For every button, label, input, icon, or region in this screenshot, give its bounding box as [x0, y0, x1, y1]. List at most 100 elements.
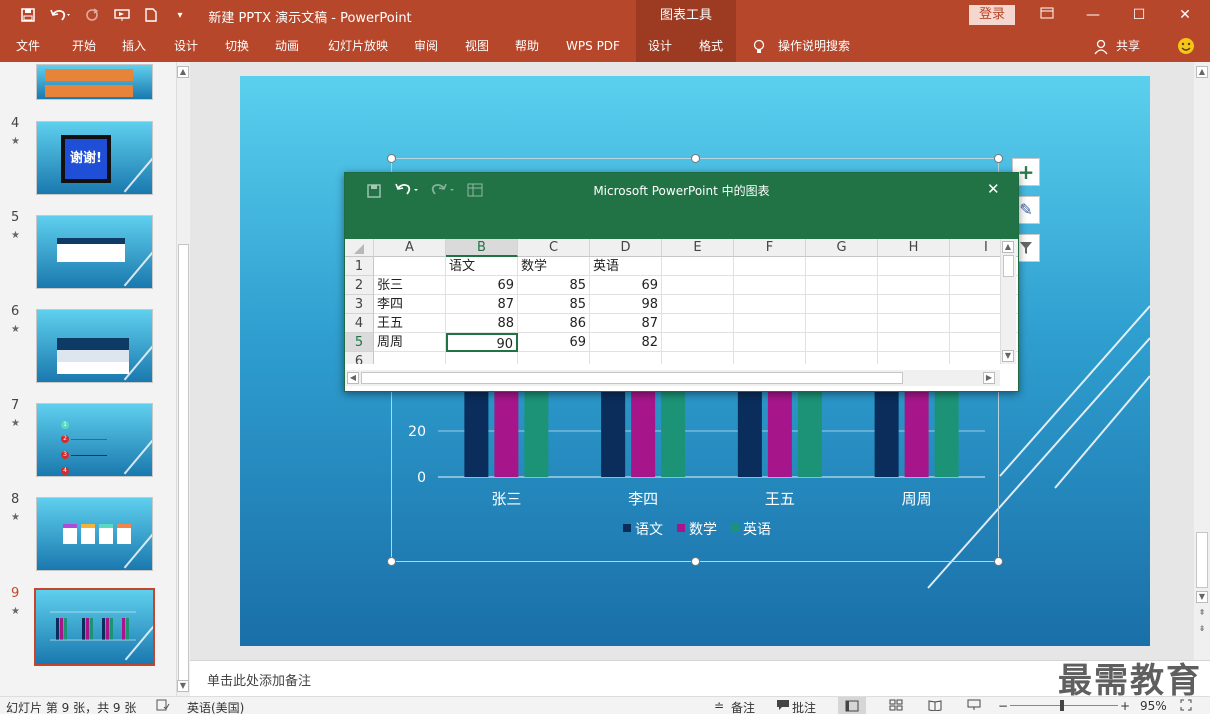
- spreadsheet-grid[interactable]: A B C D E F G H I 1 2 3 4 5 6 语文 数学 英语 张…: [345, 239, 1018, 364]
- language-indicator[interactable]: 英语(美国): [187, 699, 244, 714]
- column-header-h[interactable]: H: [878, 239, 950, 257]
- cell-b5-active[interactable]: 90: [446, 333, 518, 352]
- empty-cell[interactable]: [878, 276, 950, 295]
- column-header-a[interactable]: A: [374, 239, 446, 257]
- empty-cell[interactable]: [878, 352, 950, 364]
- zoom-in-icon[interactable]: +: [1120, 699, 1130, 713]
- empty-cell[interactable]: [662, 314, 734, 333]
- scroll-thumb[interactable]: [178, 244, 189, 682]
- scroll-thumb[interactable]: [1003, 255, 1014, 277]
- row-header-4[interactable]: 4: [345, 314, 374, 333]
- editor-scrollbar[interactable]: ▲ ▼ ⇞ ⇟: [1194, 62, 1210, 660]
- slide-thumbnail-9-selected[interactable]: [34, 588, 155, 666]
- slide-thumbnail-5[interactable]: [36, 215, 153, 289]
- scroll-right-icon[interactable]: ▶: [983, 372, 995, 384]
- zoom-out-icon[interactable]: −: [998, 699, 1008, 713]
- smiley-feedback-icon[interactable]: [1176, 31, 1196, 62]
- grid-horizontal-scrollbar[interactable]: ◀ ▶: [345, 370, 1000, 386]
- slide-thumbnail-4[interactable]: 谢谢!: [36, 121, 153, 195]
- login-button[interactable]: 登录: [969, 5, 1015, 25]
- empty-cell[interactable]: [734, 333, 806, 352]
- previous-slide-icon[interactable]: ⇞: [1196, 608, 1208, 620]
- spellcheck-icon[interactable]: [156, 699, 170, 714]
- notes-pane[interactable]: 单击此处添加备注: [190, 660, 1210, 696]
- column-header-g[interactable]: G: [806, 239, 878, 257]
- tab-file[interactable]: 文件: [6, 31, 50, 62]
- cell-d5[interactable]: 82: [590, 333, 662, 352]
- tab-home[interactable]: 开始: [62, 31, 106, 62]
- cell-b4[interactable]: 88: [446, 314, 518, 333]
- empty-cell[interactable]: [878, 314, 950, 333]
- cell-c1[interactable]: 数学: [518, 257, 590, 276]
- cell-a3[interactable]: 李四: [374, 295, 446, 314]
- empty-cell[interactable]: [590, 352, 662, 364]
- tab-slideshow[interactable]: 幻灯片放映: [320, 31, 396, 62]
- slideshow-view-icon[interactable]: [967, 699, 981, 714]
- share-button[interactable]: 共享: [1112, 31, 1144, 62]
- cell-a1[interactable]: [374, 257, 446, 276]
- resize-handle[interactable]: [691, 557, 700, 566]
- scroll-left-icon[interactable]: ◀: [347, 372, 359, 384]
- row-header-1[interactable]: 1: [345, 257, 374, 276]
- maximize-icon[interactable]: ☐: [1116, 0, 1162, 31]
- scroll-up-icon[interactable]: ▲: [177, 66, 189, 78]
- empty-cell[interactable]: [734, 352, 806, 364]
- scroll-up-icon[interactable]: ▲: [1196, 66, 1208, 78]
- thumbnail-scrollbar[interactable]: ▲ ▼: [176, 62, 190, 696]
- minimize-icon[interactable]: —: [1070, 0, 1116, 31]
- close-icon[interactable]: ✕: [1162, 0, 1208, 31]
- empty-cell[interactable]: [878, 333, 950, 352]
- cell-d4[interactable]: 87: [590, 314, 662, 333]
- reading-view-icon[interactable]: [928, 699, 942, 714]
- tab-review[interactable]: 审阅: [404, 31, 448, 62]
- cell-c5[interactable]: 69: [518, 333, 590, 352]
- empty-cell[interactable]: [878, 257, 950, 276]
- tab-chart-design[interactable]: 设计: [640, 31, 680, 62]
- empty-cell[interactable]: [662, 333, 734, 352]
- resize-handle[interactable]: [691, 154, 700, 163]
- cell-d1[interactable]: 英语: [590, 257, 662, 276]
- cell-c3[interactable]: 85: [518, 295, 590, 314]
- tab-view[interactable]: 视图: [455, 31, 499, 62]
- empty-cell[interactable]: [806, 295, 878, 314]
- tab-transitions[interactable]: 切换: [215, 31, 259, 62]
- empty-cell[interactable]: [734, 257, 806, 276]
- empty-cell[interactable]: [518, 352, 590, 364]
- empty-cell[interactable]: [806, 352, 878, 364]
- resize-handle[interactable]: [387, 154, 396, 163]
- notes-icon[interactable]: ≐: [714, 699, 724, 713]
- scroll-down-icon[interactable]: ▼: [1196, 591, 1208, 603]
- empty-cell[interactable]: [806, 314, 878, 333]
- fit-to-window-icon[interactable]: [1180, 699, 1192, 714]
- empty-cell[interactable]: [734, 314, 806, 333]
- zoom-slider[interactable]: [1010, 705, 1118, 706]
- empty-cell[interactable]: [662, 257, 734, 276]
- empty-cell[interactable]: [374, 352, 446, 364]
- scroll-thumb[interactable]: [361, 372, 903, 384]
- cell-d2[interactable]: 69: [590, 276, 662, 295]
- zoom-slider-thumb[interactable]: [1060, 700, 1064, 711]
- slide-sorter-view-icon[interactable]: [889, 699, 903, 714]
- empty-cell[interactable]: [662, 352, 734, 364]
- cell-b1[interactable]: 语文: [446, 257, 518, 276]
- tab-chart-format[interactable]: 格式: [690, 31, 732, 62]
- tab-wps-pdf[interactable]: WPS PDF: [560, 31, 626, 62]
- cell-c2[interactable]: 85: [518, 276, 590, 295]
- normal-view-icon[interactable]: [838, 697, 866, 714]
- zoom-level[interactable]: 95%: [1140, 699, 1167, 713]
- empty-cell[interactable]: [734, 295, 806, 314]
- scroll-down-icon[interactable]: ▼: [1002, 350, 1014, 362]
- ribbon-display-options-icon[interactable]: [1024, 0, 1070, 31]
- empty-cell[interactable]: [662, 295, 734, 314]
- slide-thumbnail-8[interactable]: [36, 497, 153, 571]
- tab-animations[interactable]: 动画: [265, 31, 309, 62]
- slide-thumbnail-7[interactable]: 1 2 3 4: [36, 403, 153, 477]
- scroll-thumb[interactable]: [1196, 532, 1208, 588]
- slide-thumbnail-3[interactable]: [36, 64, 153, 100]
- next-slide-icon[interactable]: ⇟: [1196, 624, 1208, 636]
- notes-button[interactable]: 备注: [731, 699, 755, 714]
- tab-insert[interactable]: 插入: [112, 31, 156, 62]
- cell-a5[interactable]: 周周: [374, 333, 446, 352]
- cell-b2[interactable]: 69: [446, 276, 518, 295]
- column-header-f[interactable]: F: [734, 239, 806, 257]
